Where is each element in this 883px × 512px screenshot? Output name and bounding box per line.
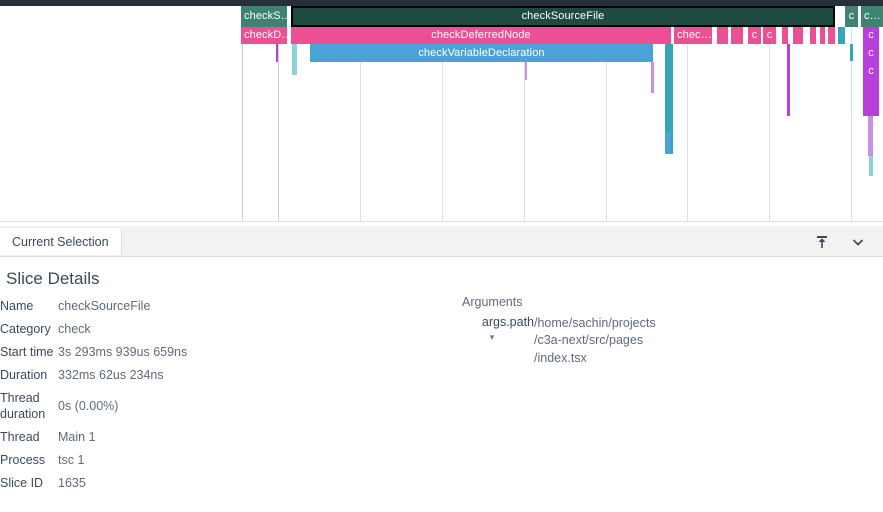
argument-key: args.path ▾ [450, 315, 534, 367]
details-tab-actions [811, 228, 877, 256]
slice-detail-row: Process tsc 1 [0, 449, 187, 472]
tick-teal-2[interactable] [850, 44, 853, 61]
chevron-down-icon[interactable] [847, 231, 869, 253]
flame-slice[interactable]: c [863, 27, 879, 44]
flame-slice[interactable]: c [763, 27, 776, 44]
slice-detail-value: 3s 293ms 939us 659ns [58, 344, 188, 359]
slice-details-column: Name checkSourceFile Category check Start ti… [0, 295, 450, 495]
slice-detail-value: Main 1 [58, 430, 96, 445]
details-body: Slice Details Name checkSourceFile Categor… [0, 257, 883, 512]
argument-expander-icon[interactable]: ▾ [450, 329, 534, 342]
slice-detail-value: 332ms 62us 234ns [58, 367, 164, 382]
arguments-title: Arguments [462, 295, 523, 309]
tick-cyan-2[interactable] [294, 44, 297, 75]
slice-detail-key: Category [0, 321, 51, 336]
details-columns: Name checkSourceFile Category check Start ti… [0, 295, 883, 495]
timeline-bottom-divider [0, 221, 883, 222]
flame-slice[interactable] [810, 27, 816, 44]
argument-key-label: args.path [481, 315, 534, 329]
flame-slice[interactable]: checkS… [241, 6, 287, 27]
flame-slice-label: c [766, 30, 773, 41]
flame-slice[interactable]: checkSourceFile [291, 6, 835, 27]
slice-detail-key: Slice ID [0, 476, 44, 490]
flame-slice[interactable]: c [863, 62, 879, 80]
flame-slice-label: checkDeferredNode [431, 30, 531, 41]
flame-slice[interactable] [828, 27, 835, 44]
flame-slice-label: c [751, 30, 758, 41]
flame-slice[interactable] [838, 27, 845, 44]
flame-slice[interactable] [820, 27, 825, 44]
argument-row: args.path ▾/home/sachin/projects /c3a-nex… [450, 315, 656, 367]
tab-current-selection[interactable]: Current Selection [0, 228, 122, 255]
slice-detail-row: Slice ID 1635 [0, 472, 187, 495]
flame-slice-label: checkSourceFile [521, 11, 605, 22]
slice-detail-key: Duration [0, 367, 48, 382]
tick-teal-long-2[interactable] [665, 132, 671, 154]
slice-detail-key: Start time [0, 344, 54, 359]
tab-label: Current Selection [12, 235, 109, 249]
timeline-gridline [850, 6, 852, 222]
flame-slice[interactable] [731, 27, 743, 44]
tick-cyan-3[interactable] [869, 156, 873, 176]
arguments-column: Arguments args.path ▾/home/sachin/project… [450, 295, 883, 367]
flame-slice[interactable]: c [748, 27, 761, 44]
tick-purple-2[interactable] [787, 44, 790, 116]
slice-detail-row: Thread Main 1 [0, 426, 187, 449]
flame-slice-label: c [868, 47, 874, 59]
move-to-top-icon[interactable] [811, 231, 833, 253]
tick-lavender[interactable] [525, 62, 527, 80]
flame-slice[interactable]: chec… [674, 27, 712, 44]
flame-slice[interactable]: checkVariableDeclaration [310, 44, 653, 62]
slice-detail-value: 1635 [58, 476, 86, 490]
tick-purple-3[interactable] [863, 80, 879, 116]
flame-slice[interactable]: c… [861, 6, 883, 27]
perfetto-window: checkS… checkSourceFile c c… checkD… checkDef… [0, 0, 883, 512]
slice-detail-row: Thread duration 0s (0.00%) [0, 387, 187, 427]
tick-lavender-3[interactable] [868, 116, 873, 156]
flame-slice-label: chec… [677, 30, 712, 41]
argument-value: /home/sachin/projects /c3a-next/src/page… [534, 316, 656, 365]
slice-detail-value: checkSourceFile [58, 299, 151, 313]
slice-details-table: Name checkSourceFile Category check Start ti… [0, 295, 187, 495]
slice-detail-row: Name checkSourceFile [0, 295, 187, 318]
page-title: Slice Details [6, 269, 100, 288]
flame-slice[interactable]: checkD… [241, 27, 287, 44]
flame-slice-label: c… [864, 11, 881, 22]
flame-slice-label: c [868, 30, 874, 41]
flame-slice-label: checkVariableDeclaration [418, 47, 545, 59]
slice-detail-key: Process [0, 453, 46, 468]
flame-slice[interactable] [793, 27, 803, 44]
flame-slice[interactable]: c [863, 44, 879, 62]
flame-slice[interactable] [782, 27, 788, 44]
details-panel: Current Selection Slice Details Name che… [0, 228, 883, 512]
details-tabstrip: Current Selection [0, 228, 883, 257]
slice-detail-key: Thread duration [0, 390, 46, 422]
flame-slice-label: checkD… [244, 30, 287, 41]
slice-detail-key: Name [0, 299, 34, 313]
slice-detail-row: Start time 3s 293ms 939us 659ns [0, 341, 187, 364]
flame-slice-label: checkS… [244, 11, 287, 22]
flame-slice[interactable] [717, 27, 728, 44]
slice-detail-value: tsc 1 [58, 453, 85, 468]
flame-slice[interactable]: c [845, 6, 858, 27]
slice-detail-value: check [58, 321, 91, 336]
slice-detail-key: Thread [0, 430, 40, 445]
arguments-table: args.path ▾/home/sachin/projects /c3a-nex… [450, 315, 656, 367]
slice-detail-value: 0s (0.00%) [58, 398, 119, 413]
flame-slice-label: c [868, 65, 874, 77]
track-canvas[interactable]: checkS… checkSourceFile c c… checkD… checkDef… [0, 6, 883, 222]
timeline-flamegraph[interactable]: checkS… checkSourceFile c c… checkD… checkDef… [0, 0, 883, 228]
flame-slice[interactable]: checkDeferredNode [291, 27, 671, 44]
slice-detail-row: Duration 332ms 62us 234ns [0, 364, 187, 387]
slice-detail-row: Category check [0, 318, 187, 341]
flame-slice-label: c [848, 11, 855, 22]
tick-lavender-2[interactable] [651, 62, 654, 93]
